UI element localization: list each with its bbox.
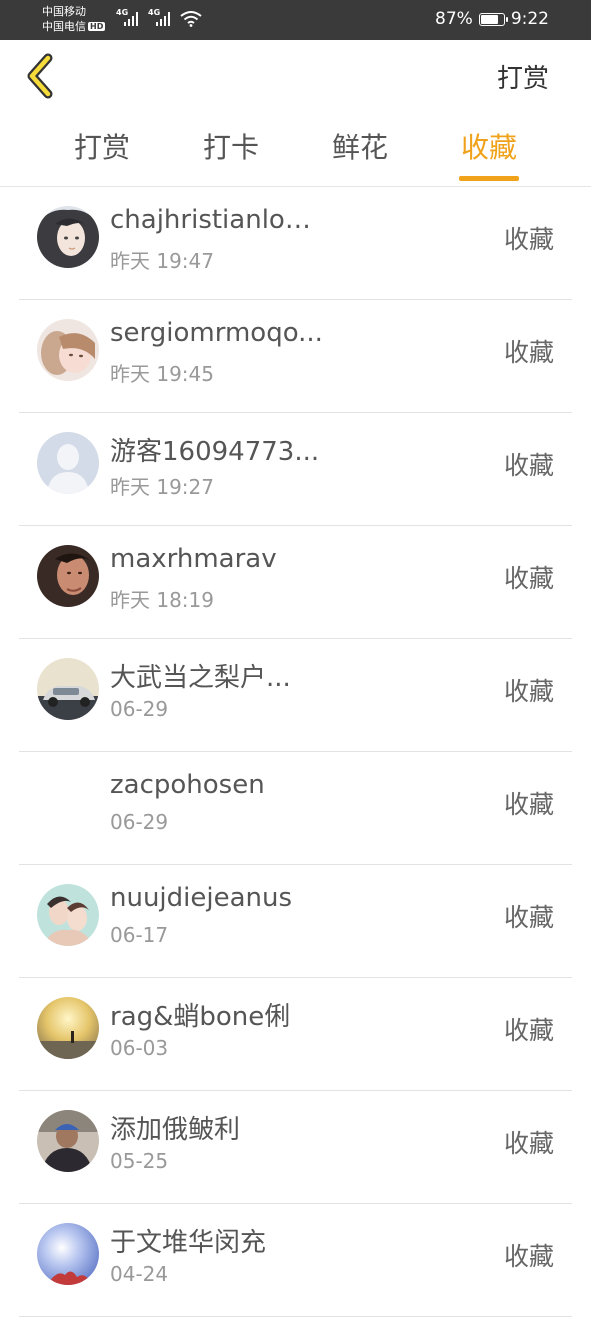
favorite-label[interactable]: 收藏 bbox=[504, 898, 554, 934]
list-item[interactable]: maxrhmarav 昨天 18:19 收藏 bbox=[19, 526, 572, 639]
list-item[interactable]: 游客16094773... 昨天 19:27 收藏 bbox=[19, 413, 572, 526]
user-name: 于文堆华闵充 bbox=[110, 1228, 267, 1258]
user-name: 添加俄鲏利 bbox=[110, 1115, 241, 1145]
list-item[interactable]: nuujdiejeanus 06-17 收藏 bbox=[19, 865, 572, 978]
timestamp: 06-03 bbox=[110, 1036, 169, 1060]
timestamp: 昨天 19:27 bbox=[110, 475, 214, 499]
user-name: chajhristianlou... bbox=[110, 205, 325, 235]
carrier-info: 中国移动 中国电信 HD bbox=[42, 4, 106, 34]
timestamp: 04-24 bbox=[110, 1262, 169, 1286]
favorite-label[interactable]: 收藏 bbox=[504, 559, 554, 595]
avatar[interactable] bbox=[37, 319, 99, 381]
tab-checkin[interactable]: 打卡 bbox=[181, 126, 281, 166]
user-name: 游客16094773... bbox=[110, 437, 320, 467]
clock: 9:22 bbox=[510, 9, 549, 29]
header-title[interactable]: 打赏 bbox=[497, 58, 549, 95]
back-button[interactable] bbox=[20, 52, 64, 100]
favorite-label[interactable]: 收藏 bbox=[504, 672, 554, 708]
timestamp: 昨天 19:47 bbox=[110, 249, 214, 273]
avatar[interactable] bbox=[37, 432, 99, 494]
tab-reward[interactable]: 打赏 bbox=[52, 126, 152, 166]
carrier-2: 中国电信 bbox=[42, 20, 86, 33]
user-name: zacpohosen bbox=[110, 770, 265, 800]
timestamp: 06-29 bbox=[110, 697, 169, 721]
user-name: rag&蛸bone俐 bbox=[110, 1002, 291, 1032]
hd-badge: HD bbox=[88, 22, 106, 31]
list-item[interactable]: chajhristianlou... 昨天 19:47 收藏 bbox=[19, 187, 572, 300]
list-item[interactable]: sergiomrmoqo... 昨天 19:45 收藏 bbox=[19, 300, 572, 413]
list-item[interactable]: 大武当之梨户... 06-29 收藏 bbox=[19, 639, 572, 752]
battery-icon bbox=[478, 12, 508, 26]
timestamp: 昨天 19:45 bbox=[110, 362, 214, 386]
header: 打赏 bbox=[0, 40, 591, 112]
favorite-label[interactable]: 收藏 bbox=[504, 1124, 554, 1160]
avatar[interactable] bbox=[37, 1110, 99, 1172]
favorites-list: chajhristianlou... 昨天 19:47 收藏 sergiomrm… bbox=[0, 187, 591, 1317]
active-tab-indicator bbox=[459, 176, 519, 181]
list-item[interactable]: 添加俄鲏利 05-25 收藏 bbox=[19, 1091, 572, 1204]
timestamp: 06-29 bbox=[110, 810, 169, 834]
favorite-label[interactable]: 收藏 bbox=[504, 1011, 554, 1047]
user-name: sergiomrmoqo... bbox=[110, 318, 323, 348]
list-item[interactable]: rag&蛸bone俐 06-03 收藏 bbox=[19, 978, 572, 1091]
avatar[interactable] bbox=[37, 997, 99, 1059]
user-name: nuujdiejeanus bbox=[110, 883, 293, 913]
tab-flowers[interactable]: 鲜花 bbox=[310, 126, 410, 166]
avatar[interactable] bbox=[37, 658, 99, 720]
carrier-1: 中国移动 bbox=[42, 5, 86, 18]
avatar[interactable] bbox=[37, 206, 99, 268]
list-item[interactable]: 于文堆华闵充 04-24 收藏 bbox=[19, 1204, 572, 1317]
battery-percent: 87% bbox=[435, 9, 473, 29]
list-item[interactable]: zacpohosen 06-29 收藏 bbox=[19, 752, 572, 865]
avatar[interactable] bbox=[37, 771, 99, 833]
tab-bar: 打赏 打卡 鲜花 收藏 bbox=[0, 112, 591, 187]
favorite-label[interactable]: 收藏 bbox=[504, 446, 554, 482]
favorite-label[interactable]: 收藏 bbox=[504, 1237, 554, 1273]
user-name: maxrhmarav bbox=[110, 544, 277, 574]
avatar[interactable] bbox=[37, 545, 99, 607]
avatar[interactable] bbox=[37, 884, 99, 946]
timestamp: 06-17 bbox=[110, 923, 169, 947]
favorite-label[interactable]: 收藏 bbox=[504, 785, 554, 821]
user-name: 大武当之梨户... bbox=[110, 663, 291, 693]
timestamp: 昨天 18:19 bbox=[110, 588, 214, 612]
favorite-label[interactable]: 收藏 bbox=[504, 220, 554, 256]
status-bar: 中国移动 中国电信 HD 4G 4G 87% 9:22 bbox=[0, 0, 591, 40]
timestamp: 05-25 bbox=[110, 1149, 169, 1173]
avatar[interactable] bbox=[37, 1223, 99, 1285]
favorite-label[interactable]: 收藏 bbox=[504, 333, 554, 369]
wifi-icon bbox=[180, 11, 202, 27]
chevron-left-icon bbox=[27, 53, 53, 99]
tab-favorites[interactable]: 收藏 bbox=[439, 126, 539, 166]
